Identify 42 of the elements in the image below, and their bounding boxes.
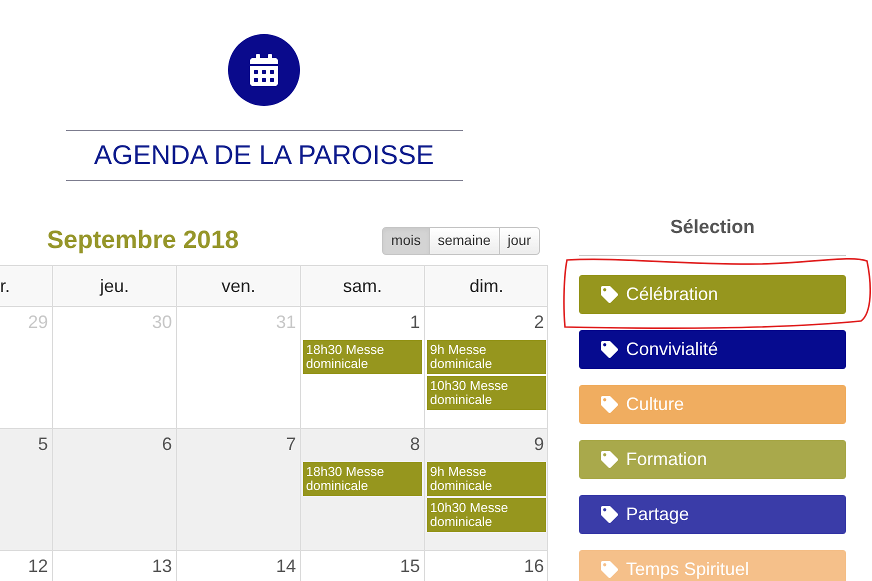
category-button[interactable]: Culture [579,384,846,424]
calendar-event[interactable]: 18h30 Messe dominicale [303,462,422,496]
month-title: Septembre 2018 [47,224,239,256]
tag-icon [601,560,618,578]
weekday-header: jeu. [100,274,130,298]
tag-icon [601,396,618,412]
calendar-event[interactable]: 10h30 Messe dominicale [427,498,546,532]
day-number: 2 [534,311,545,333]
day-number: 14 [276,555,297,577]
calendar-event[interactable]: 9h Messe dominicale [427,340,546,374]
weekday-header: dim. [469,274,504,298]
view-tab[interactable]: mois [382,226,430,254]
day-number: 16 [524,555,545,577]
day-number: 9 [534,433,545,455]
weekday-header: r. [0,274,10,298]
view-tab[interactable]: jour [498,226,540,254]
tag-icon [601,506,618,522]
category-button[interactable]: Célébration [579,274,846,314]
category-button[interactable]: Partage [579,494,846,534]
weekday-header: sam. [342,274,382,298]
day-number: 15 [400,555,421,577]
category-button[interactable]: Formation [579,440,846,478]
day-number: 6 [162,433,173,455]
day-number: 12 [28,555,49,577]
tag-icon [601,450,618,468]
day-number: 13 [152,555,173,577]
day-number: 8 [410,433,421,455]
calendar-icon [250,54,278,86]
calendar-event[interactable]: 9h Messe dominicale [427,462,546,496]
day-number: 7 [286,433,297,455]
tag-icon [601,340,618,358]
tag-icon [601,286,618,302]
view-tab[interactable]: semaine [428,226,500,254]
category-button[interactable]: Temps Spirituel [579,550,846,581]
calendar-event[interactable]: 10h30 Messe dominicale [427,376,546,410]
day-number: 5 [38,433,49,455]
page-title: AGENDA DE LA PAROISSE [94,139,434,172]
selection-heading: Sélection [670,216,755,240]
day-number: 1 [410,311,421,333]
category-button[interactable]: Convivialité [579,330,846,368]
weekday-header: ven. [221,274,256,298]
calendar-event[interactable]: 18h30 Messe dominicale [303,340,422,374]
